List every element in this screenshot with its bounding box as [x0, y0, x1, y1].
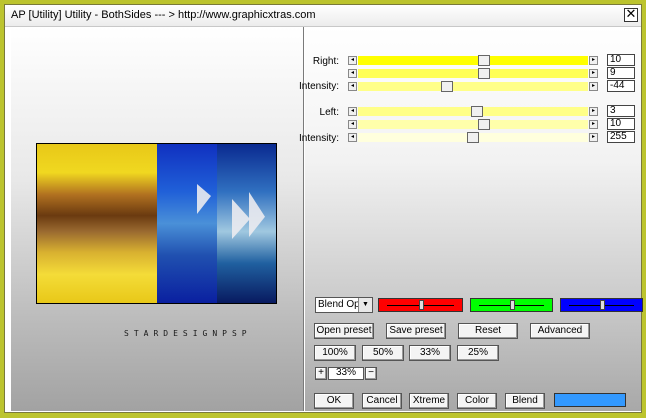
save-preset-button[interactable]: Save preset	[386, 323, 446, 339]
slider-right-arrow-icon[interactable]: ▸	[589, 56, 598, 65]
color-slider-thumb[interactable]	[509, 300, 515, 310]
color-button[interactable]: Color	[457, 393, 497, 409]
slider-thumb[interactable]	[477, 119, 490, 130]
zoom-out-button[interactable]: −	[365, 367, 377, 380]
ok-button[interactable]: OK	[314, 393, 354, 409]
zoom-25-button[interactable]: 25%	[457, 345, 499, 361]
preview-left-half	[37, 144, 157, 303]
right-value-2[interactable]: 9	[607, 67, 635, 79]
close-icon[interactable]: ✕	[624, 8, 638, 22]
color-slider-thumb[interactable]	[418, 300, 424, 310]
open-preset-button[interactable]: Open preset	[314, 323, 374, 339]
left-value-2[interactable]: 10	[607, 118, 635, 130]
xtreme-button[interactable]: Xtreme	[409, 393, 449, 409]
controls-pane: Right: Intensity: ◂ ▸ 10 ◂ ▸ 9 ◂ ▸ -44 Left…	[299, 27, 643, 411]
preview-image	[36, 143, 277, 304]
left-slider-1[interactable]: ◂ ▸	[348, 106, 598, 117]
right-intensity-label: Intensity:	[299, 81, 340, 92]
slider-track[interactable]	[358, 120, 588, 129]
blue-color-slider[interactable]	[560, 298, 643, 312]
left-value-1[interactable]: 3	[607, 105, 635, 117]
left-slider-2[interactable]: ◂ ▸	[348, 119, 598, 130]
slider-thumb[interactable]	[467, 132, 479, 143]
slider-right-arrow-icon[interactable]: ▸	[589, 120, 598, 129]
left-label: Left:	[319, 107, 339, 118]
blend-options-select[interactable]: Blend Opti ▼	[315, 297, 373, 313]
slider-thumb[interactable]	[477, 68, 490, 79]
zoom-33-button[interactable]: 33%	[409, 345, 451, 361]
window-title: AP [Utility] Utility - BothSides --- > h…	[11, 9, 316, 21]
slider-right-arrow-icon[interactable]: ▸	[589, 107, 598, 116]
slider-track[interactable]	[358, 82, 588, 91]
color-slider-thumb[interactable]	[599, 300, 605, 310]
right-label: Right:	[312, 56, 339, 67]
slider-left-arrow-icon[interactable]: ◂	[348, 133, 357, 142]
slider-right-arrow-icon[interactable]: ▸	[589, 133, 598, 142]
plugin-window: AP [Utility] Utility - BothSides --- > h…	[4, 4, 643, 413]
slider-thumb[interactable]	[471, 106, 484, 117]
zoom-stepper: + 33% −	[315, 367, 377, 380]
right-slider-1[interactable]: ◂ ▸	[348, 55, 598, 66]
slider-thumb[interactable]	[477, 55, 490, 66]
slider-thumb[interactable]	[440, 81, 453, 92]
slider-left-arrow-icon[interactable]: ◂	[348, 56, 357, 65]
preview-pane: STARDESIGNPSP	[11, 27, 304, 411]
color-swatch[interactable]	[554, 393, 626, 407]
slider-track[interactable]	[358, 69, 588, 78]
green-color-slider[interactable]	[470, 298, 553, 312]
advanced-button[interactable]: Advanced	[530, 323, 590, 339]
slider-left-arrow-icon[interactable]: ◂	[348, 82, 357, 91]
left-intensity-label: Intensity:	[299, 133, 340, 144]
slider-left-arrow-icon[interactable]: ◂	[348, 107, 357, 116]
chevron-down-icon[interactable]: ▼	[358, 298, 372, 312]
reset-button[interactable]: Reset	[458, 323, 518, 339]
right-slider-2[interactable]: ◂ ▸	[348, 68, 598, 79]
zoom-level-field[interactable]: 33%	[328, 367, 364, 380]
slider-left-arrow-icon[interactable]: ◂	[348, 120, 357, 129]
cancel-button[interactable]: Cancel	[362, 393, 402, 409]
slider-right-arrow-icon[interactable]: ▸	[589, 82, 598, 91]
zoom-50-button[interactable]: 50%	[362, 345, 404, 361]
red-color-slider[interactable]	[378, 298, 463, 312]
slider-left-arrow-icon[interactable]: ◂	[348, 69, 357, 78]
watermark-text: STARDESIGNPSP	[124, 329, 252, 338]
slider-right-arrow-icon[interactable]: ▸	[589, 69, 598, 78]
blend-button[interactable]: Blend	[505, 393, 545, 409]
right-intensity-value[interactable]: -44	[607, 80, 635, 92]
preview-middle-strip	[157, 144, 217, 303]
left-intensity-value[interactable]: 255	[607, 131, 635, 143]
left-intensity-slider[interactable]: ◂ ▸	[348, 132, 598, 143]
title-bar[interactable]: AP [Utility] Utility - BothSides --- > h…	[5, 5, 641, 27]
zoom-100-button[interactable]: 100%	[314, 345, 356, 361]
zoom-in-button[interactable]: +	[315, 367, 327, 380]
preview-right-half	[217, 144, 276, 303]
right-intensity-slider[interactable]: ◂ ▸	[348, 81, 598, 92]
right-value-1[interactable]: 10	[607, 54, 635, 66]
slider-track[interactable]	[358, 56, 588, 65]
